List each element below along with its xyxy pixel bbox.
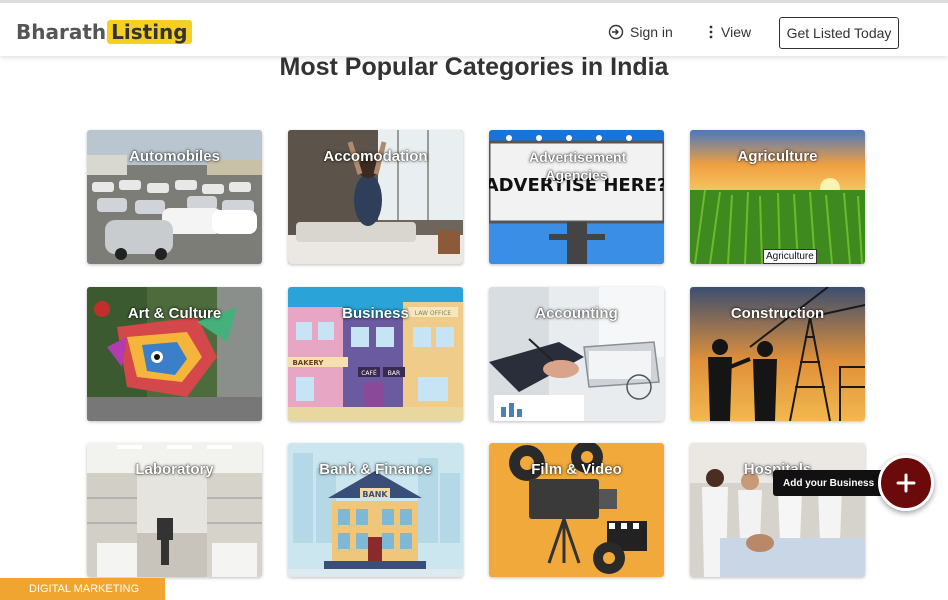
cafe-sign: CAFÉ — [361, 369, 377, 377]
category-card-advertisement[interactable]: ADVERTISE HERE? Advertisement Agencies — [489, 130, 664, 264]
view-menu-button[interactable]: View — [707, 21, 751, 43]
add-business-button[interactable] — [878, 455, 934, 511]
category-card-business[interactable]: LAW OFFICE BAKERY CAFÉ BAR Business — [288, 287, 463, 421]
bakery-sign: BAKERY — [292, 359, 324, 367]
category-label: Laboratory — [135, 461, 214, 478]
sign-in-label: Sign in — [630, 24, 673, 40]
view-label: View — [721, 24, 752, 40]
category-card-accomodation[interactable]: Accomodation — [288, 130, 463, 264]
add-business-tooltip: Add your Business — [773, 470, 885, 496]
category-label: Automobiles — [129, 148, 220, 165]
category-card-film-video[interactable]: Film & Video — [489, 443, 664, 577]
category-label: Construction — [730, 305, 825, 322]
plus-icon — [896, 473, 916, 493]
category-card-art-culture[interactable]: Art & Culture — [87, 287, 262, 421]
category-card-automobiles[interactable]: Automobiles — [87, 130, 262, 264]
category-label: Art & Culture — [127, 305, 222, 322]
bank-sign-text: BANK — [362, 490, 388, 499]
category-card-laboratory[interactable]: Laboratory — [87, 443, 262, 577]
category-card-agriculture[interactable]: Agriculture — [690, 130, 865, 264]
get-listed-button[interactable]: Get Listed Today — [779, 17, 899, 49]
top-navbar: Bharath Listing Sign in View Get Listed T… — [0, 0, 948, 56]
category-label: Agriculture — [737, 148, 818, 165]
category-card-bank-finance[interactable]: BANK Bank & Finance — [288, 443, 463, 577]
category-label: Advertisement Agencies — [529, 149, 627, 183]
category-label: Accounting — [535, 305, 618, 322]
bar-sign: BAR — [388, 370, 400, 377]
sign-in-button[interactable]: Sign in — [608, 21, 673, 43]
category-label: Bank & Finance — [319, 461, 432, 478]
category-card-accounting[interactable]: Accounting — [489, 287, 664, 421]
digital-marketing-tag[interactable]: DIGITAL MARKETING — [0, 578, 165, 600]
category-label: Business — [342, 305, 409, 322]
category-label: Accomodation — [323, 148, 428, 165]
kebab-menu-icon — [709, 25, 713, 39]
category-label: Film & Video — [531, 461, 622, 478]
hover-tooltip: Agriculture — [763, 249, 817, 264]
category-card-hospitals[interactable]: Hospitals — [690, 443, 865, 577]
sign-in-icon — [608, 24, 624, 40]
page-title: Most Popular Categories in India — [279, 53, 669, 81]
category-card-construction[interactable]: Construction — [690, 287, 865, 421]
site-logo[interactable]: Bharath Listing — [16, 18, 192, 46]
